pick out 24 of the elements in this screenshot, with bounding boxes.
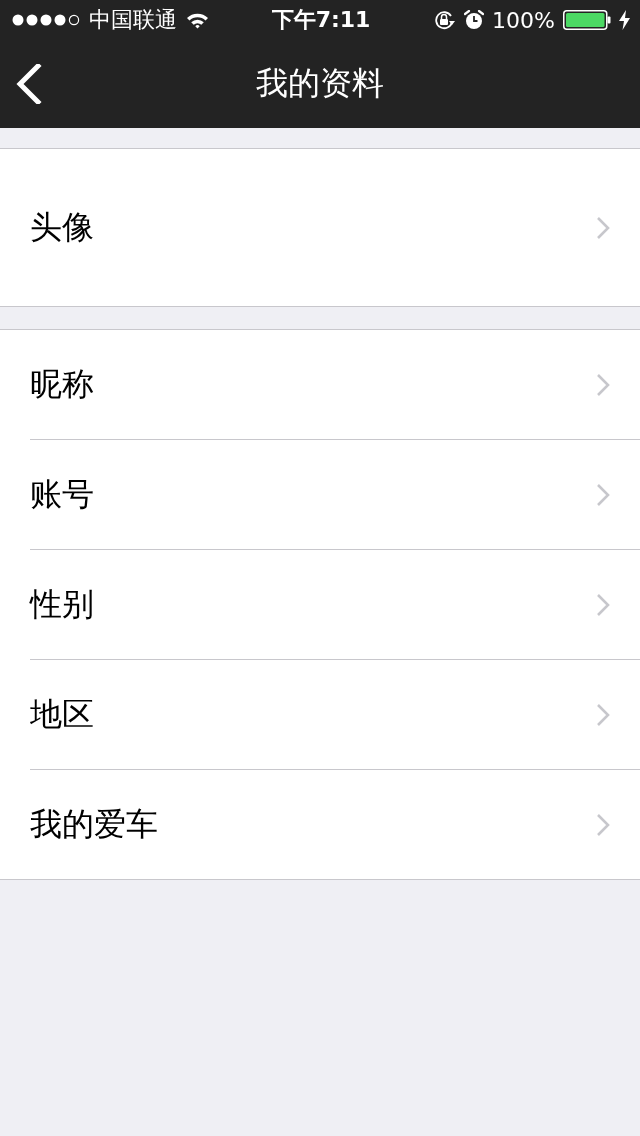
chevron-right-icon	[596, 702, 610, 727]
status-time: 下午7:11	[271, 6, 371, 34]
wifi-icon	[186, 11, 209, 29]
profile-row[interactable]: 昵称	[30, 330, 640, 440]
chevron-right-icon	[596, 812, 610, 837]
rotation-lock-icon	[434, 10, 457, 30]
back-button[interactable]	[14, 64, 44, 104]
battery-percent: 100%	[492, 7, 555, 33]
alarm-clock-icon	[464, 10, 485, 30]
chevron-right-icon	[596, 592, 610, 617]
chevron-right-icon	[596, 215, 610, 240]
carrier-name: 中国联通	[89, 6, 177, 34]
battery-icon	[563, 10, 611, 30]
profile-row[interactable]: 性别	[30, 550, 640, 660]
profile-row[interactable]: 我的爱车	[30, 770, 640, 879]
profile-row[interactable]: 地区	[30, 660, 640, 770]
page-title: 我的资料	[255, 63, 385, 104]
profile-row[interactable]: 头像	[30, 149, 640, 306]
signal-dots-icon	[12, 14, 80, 26]
profile-row[interactable]: 账号	[30, 440, 640, 550]
chevron-right-icon	[596, 372, 610, 397]
chevron-left-icon	[16, 64, 42, 104]
chevron-right-icon	[596, 482, 610, 507]
lightning-bolt-icon	[619, 10, 630, 30]
